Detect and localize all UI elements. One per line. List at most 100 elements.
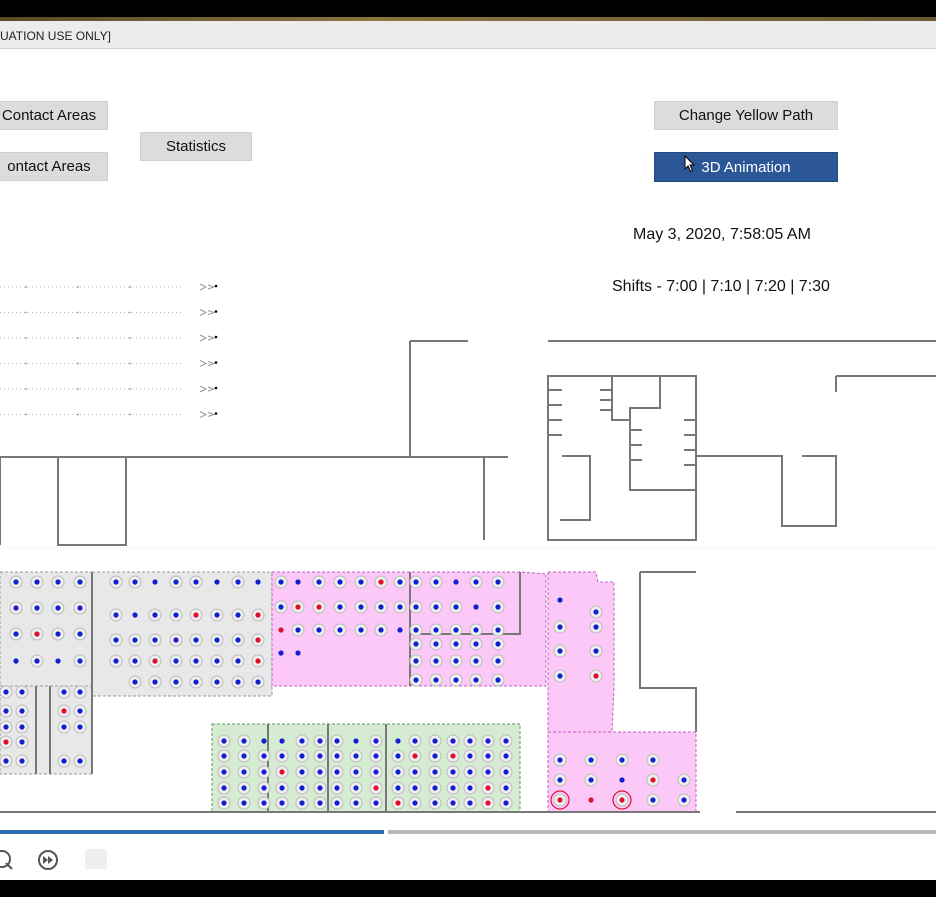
- occupant-dot: [485, 753, 491, 759]
- occupant-dot: [358, 579, 364, 585]
- legend-tick: [77, 311, 79, 314]
- occupant-dot: [557, 597, 563, 603]
- occupant-dot: [397, 604, 403, 610]
- occupant-dot: [193, 658, 199, 664]
- occupant-dot: [279, 769, 285, 775]
- occupant-dot: [13, 631, 19, 637]
- occupant-dot: [467, 769, 473, 775]
- occupant-dot: [299, 753, 305, 759]
- occupant-dot: [334, 738, 340, 744]
- occupant-dot: [413, 627, 419, 633]
- occupant-dot: [412, 769, 418, 775]
- occupant-dot: [173, 658, 179, 664]
- occupant-dot: [412, 800, 418, 806]
- occupant-dot: [432, 738, 438, 744]
- occupant-dot: [173, 579, 179, 585]
- occupant-dot: [473, 627, 479, 633]
- contact-areas-button-2[interactable]: ontact Areas: [0, 152, 108, 181]
- occupant-dot: [557, 648, 563, 654]
- occupant-dot: [77, 724, 83, 730]
- occupant-dot: [214, 679, 220, 685]
- occupant-dot: [316, 627, 322, 633]
- shifts-display: Shifts - 7:00 | 7:10 | 7:20 | 7:30: [612, 278, 830, 295]
- 3d-animation-button[interactable]: 3D Animation: [654, 152, 838, 182]
- occupant-dot: [19, 724, 25, 730]
- occupant-dot: [255, 637, 261, 643]
- legend-tick: [25, 311, 27, 314]
- occupant-dot: [432, 753, 438, 759]
- statistics-button[interactable]: Statistics: [140, 132, 252, 161]
- occupant-dot: [473, 641, 479, 647]
- playback-track[interactable]: [388, 830, 936, 834]
- occupant-dot: [337, 604, 343, 610]
- occupant-dot: [235, 612, 241, 618]
- occupant-dot: [450, 738, 456, 744]
- occupant-dot: [295, 650, 301, 656]
- occupant-dot: [113, 579, 119, 585]
- occupant-dot: [395, 738, 401, 744]
- legend-dot: [214, 284, 218, 288]
- occupant-dot: [193, 679, 199, 685]
- occupant-dot: [353, 738, 359, 744]
- occupant-dot: [485, 785, 491, 791]
- occupant-dot: [3, 739, 9, 745]
- occupant-dot: [235, 679, 241, 685]
- legend-tick: [129, 286, 131, 288]
- stop-icon[interactable]: [85, 849, 107, 869]
- occupant-dot: [453, 604, 459, 610]
- occupant-dot: [77, 579, 83, 585]
- change-yellow-path-button[interactable]: Change Yellow Path: [654, 101, 838, 130]
- fast-forward-icon[interactable]: [37, 849, 59, 871]
- occupant-dot: [55, 579, 61, 585]
- occupant-dot: [373, 738, 379, 744]
- occupant-dot: [261, 785, 267, 791]
- occupant-dot: [495, 627, 501, 633]
- occupant-dot: [395, 769, 401, 775]
- occupant-dot: [317, 753, 323, 759]
- occupant-dot: [255, 579, 261, 585]
- occupant-dot: [395, 753, 401, 759]
- occupant-dot: [433, 677, 439, 683]
- legend-marker: [199, 309, 216, 316]
- occupant-dot: [13, 658, 19, 664]
- occupant-dot: [214, 612, 220, 618]
- occupant-dot: [681, 797, 687, 803]
- occupant-dot: [278, 627, 284, 633]
- occupant-dot: [495, 579, 501, 585]
- occupant-dot: [503, 800, 509, 806]
- occupant-dot: [353, 769, 359, 775]
- playback-progress[interactable]: [0, 830, 384, 834]
- occupant-dot: [61, 689, 67, 695]
- occupant-dot: [473, 579, 479, 585]
- occupant-dot: [152, 579, 158, 585]
- occupant-dot: [295, 627, 301, 633]
- occupant-dot: [3, 758, 9, 764]
- occupant-dot: [557, 624, 563, 630]
- occupant-dot: [373, 785, 379, 791]
- occupant-dot: [261, 769, 267, 775]
- zoom-in-icon[interactable]: [0, 849, 14, 871]
- occupant-dot: [279, 753, 285, 759]
- contact-areas-button[interactable]: Contact Areas: [0, 101, 108, 130]
- occupant-dot: [241, 785, 247, 791]
- occupant-dot: [334, 769, 340, 775]
- occupant-dot: [221, 800, 227, 806]
- occupant-dot: [557, 673, 563, 679]
- occupant-dot: [77, 605, 83, 611]
- occupant-dot: [316, 579, 322, 585]
- occupant-dot: [317, 785, 323, 791]
- occupant-dot: [358, 604, 364, 610]
- occupant-dot: [337, 579, 343, 585]
- occupant-dot: [152, 679, 158, 685]
- occupant-dot: [334, 800, 340, 806]
- occupant-dot: [485, 738, 491, 744]
- occupant-dot: [77, 631, 83, 637]
- occupant-dot: [19, 758, 25, 764]
- occupant-dot: [152, 637, 158, 643]
- occupant-dot: [113, 612, 119, 618]
- occupant-dot: [453, 579, 459, 585]
- occupant-dot: [503, 785, 509, 791]
- occupant-dot: [235, 579, 241, 585]
- occupant-dot: [193, 579, 199, 585]
- occupant-dot: [113, 658, 119, 664]
